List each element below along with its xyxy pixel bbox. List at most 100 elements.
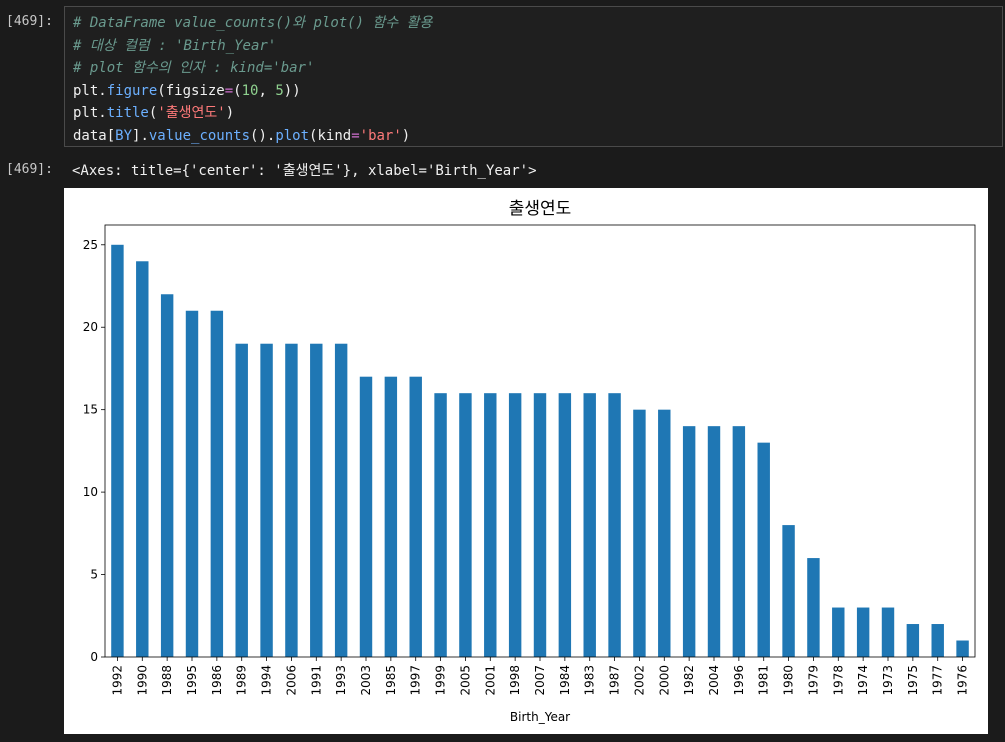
bar-1993	[334, 343, 348, 657]
x-tick-label: 1978	[831, 665, 845, 696]
code-token: ().	[250, 127, 276, 144]
bar-1998	[508, 393, 522, 657]
x-tick-label: 2007	[533, 665, 547, 696]
bar-1992	[111, 244, 124, 657]
x-tick-label: 1990	[135, 665, 149, 696]
x-tick-label: 1988	[160, 665, 174, 696]
bar-1974	[856, 607, 870, 657]
bar-2000	[658, 409, 671, 657]
bar-2003	[359, 376, 373, 657]
code-token: 'bar'	[359, 127, 402, 144]
code-token: (figsize	[157, 82, 225, 99]
code-token: plt.	[73, 82, 107, 99]
code-token: )	[225, 105, 235, 121]
bar-1981	[757, 442, 770, 657]
bar-2005	[459, 393, 472, 657]
bar-1975	[906, 624, 920, 657]
x-tick-label: 1979	[806, 665, 820, 696]
bar-2004	[707, 426, 721, 657]
code-input-cell[interactable]: # DataFrame value_counts()와 plot() 함수 활용…	[64, 6, 1003, 147]
chart-title: 출생연도	[509, 199, 572, 219]
code-token: '출생연도'	[157, 105, 226, 121]
bar-1984	[558, 393, 572, 657]
code-token: # 대상 컬럼 : 'Birth_Year'	[73, 37, 277, 54]
bar-1999	[434, 393, 447, 657]
bar-2006	[285, 343, 298, 657]
y-tick-label: 5	[90, 568, 98, 582]
bar-1982	[682, 426, 696, 657]
bar-1983	[583, 393, 596, 657]
code-line: plt.figure(figsize=(10, 5))	[73, 80, 994, 103]
x-tick-label: 1976	[956, 665, 970, 696]
x-tick-label: 1999	[434, 665, 448, 696]
code-token: ))	[283, 82, 301, 99]
code-token: BY	[115, 127, 133, 144]
bar-1980	[782, 525, 795, 657]
bar-1989	[235, 343, 248, 657]
code-token: (	[233, 82, 242, 99]
y-tick-label: 10	[83, 485, 98, 499]
code-line: # 대상 컬럼 : 'Birth_Year'	[73, 35, 994, 58]
input-prompt: [469]:	[6, 14, 53, 29]
code-token: =	[351, 127, 360, 144]
x-tick-label: 1989	[235, 665, 249, 696]
plot-figure: 출생연도 1992 1990 1988 1995 1986 1989 1994 2006 1991…	[64, 188, 988, 734]
code-token: 5	[275, 82, 284, 99]
output-prompt: [469]:	[6, 162, 53, 177]
x-tick-label: 1987	[608, 665, 622, 696]
bar-1977	[931, 624, 944, 657]
code-token: value_counts	[148, 127, 251, 144]
x-tick-label: 1992	[110, 665, 124, 696]
code-line: data[BY].value_counts().plot(kind='bar')	[73, 125, 994, 148]
bar-2002	[633, 409, 646, 657]
x-axis-label: Birth_Year	[510, 710, 570, 724]
x-tick-label: 1993	[334, 665, 348, 696]
bar-1973	[881, 607, 895, 657]
code-token: title	[106, 105, 149, 121]
bar-1985	[384, 376, 398, 657]
bar-1990	[136, 261, 149, 657]
bar-2007	[533, 393, 547, 657]
bar-1995	[185, 310, 199, 657]
x-tick-label: 1973	[881, 665, 895, 696]
bar-1994	[260, 343, 273, 657]
code-token: (kind	[309, 127, 352, 144]
x-tick-label: 1985	[384, 665, 398, 696]
code-token: # plot 함수의 인자 : kind='bar'	[73, 60, 315, 76]
bar-1976	[956, 640, 969, 657]
bar-1987	[608, 393, 621, 657]
x-tick-label: 1994	[260, 665, 274, 696]
x-tick-label: 2000	[657, 665, 671, 696]
code-token: # DataFrame value_counts()와 plot() 함수 활용	[73, 15, 433, 31]
x-tick-label: 1984	[558, 665, 572, 696]
x-tick-label: 1980	[782, 665, 796, 696]
bar-1986	[210, 310, 224, 657]
code-token: plt.	[73, 105, 107, 121]
bar-1996	[732, 426, 746, 657]
x-tick-label: 1974	[856, 665, 870, 696]
x-tick-label: 1986	[210, 665, 224, 696]
bar-1988	[160, 294, 174, 657]
x-tick-label: 1981	[757, 665, 771, 696]
bar-1979	[807, 558, 820, 657]
code-token: )	[401, 127, 411, 144]
x-tick-label: 2002	[632, 665, 646, 696]
code-token: plot	[275, 127, 310, 144]
x-tick-label: 1991	[309, 665, 323, 696]
code-line: plt.title('출생연도')	[73, 102, 994, 125]
output-repr-text: <Axes: title={'center': '출생연도'}, xlabel=…	[72, 163, 537, 179]
bar-1991	[310, 343, 323, 657]
x-tick-label: 1982	[682, 665, 696, 696]
bar-1997	[409, 376, 422, 657]
x-tick-label: 2005	[458, 665, 472, 696]
code-token: data[	[73, 127, 116, 144]
code-line: # plot 함수의 인자 : kind='bar'	[73, 57, 994, 80]
x-tick-label: 1995	[185, 665, 199, 696]
x-tick-label: 1977	[931, 665, 945, 696]
code-token: ].	[132, 127, 149, 144]
x-tick-label: 2004	[707, 665, 721, 696]
code-token: ,	[258, 82, 276, 99]
y-tick-label: 25	[83, 238, 98, 252]
code-line: # DataFrame value_counts()와 plot() 함수 활용	[73, 12, 994, 35]
y-tick-label: 0	[90, 650, 98, 664]
